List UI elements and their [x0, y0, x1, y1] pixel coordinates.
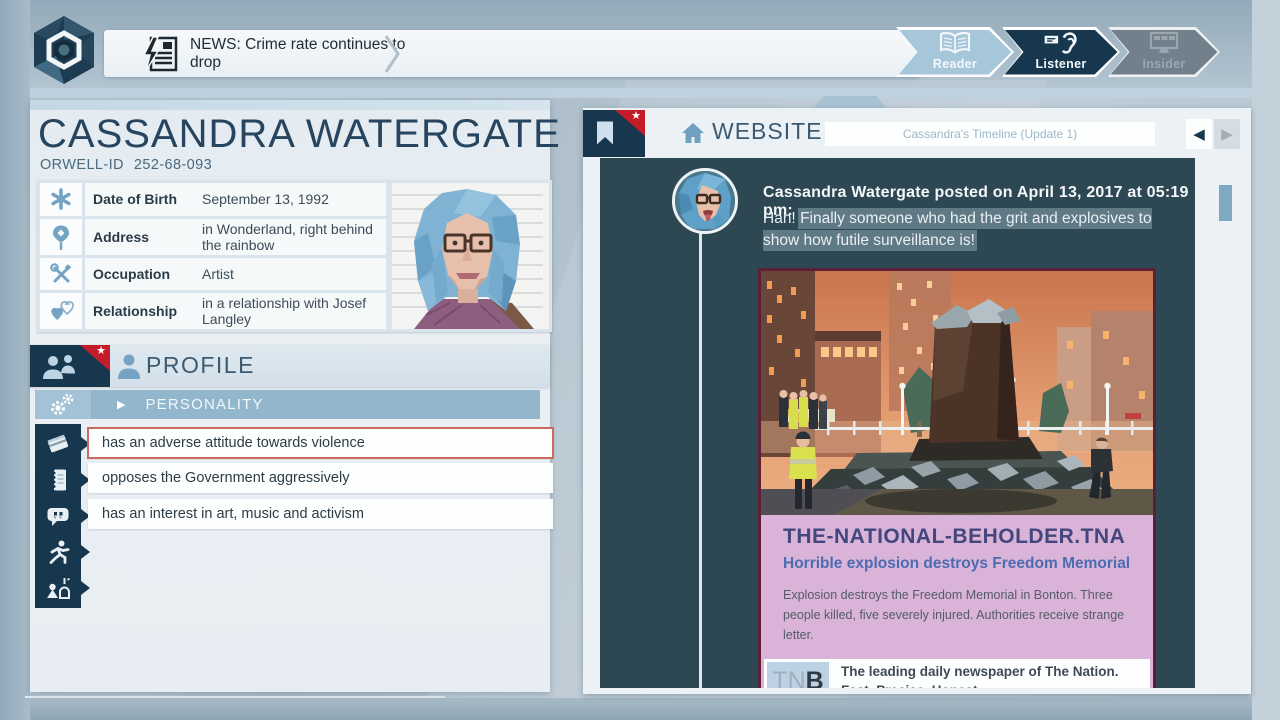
notebook-icon[interactable]: [35, 460, 81, 500]
orwell-id-label: ORWELL-ID: [40, 157, 124, 173]
home-icon[interactable]: [680, 121, 706, 145]
quote-bubble-icon[interactable]: [35, 496, 81, 536]
scrollbar-thumb[interactable]: [1219, 185, 1232, 221]
dossier-top-strip: [30, 100, 550, 110]
tab-insider[interactable]: Insider: [1108, 27, 1220, 77]
bookmark-icon: [595, 120, 615, 146]
gears-icon: [35, 390, 91, 419]
timeline-connector: [699, 228, 702, 688]
nav-back-button[interactable]: ◀: [1186, 119, 1212, 149]
location-pin-icon: [40, 219, 82, 255]
tab-listener-label: Listener: [1035, 57, 1086, 71]
ticker-chevron-icon: [382, 33, 402, 75]
hearts-icon: [40, 293, 82, 329]
meeting-icon[interactable]: [35, 568, 81, 608]
runner-icon[interactable]: [35, 532, 81, 572]
people-icon: [40, 353, 80, 381]
publisher-tagline-line1: The leading daily newspaper of The Natio…: [841, 662, 1119, 681]
subject-info-table: Date of Birth September 13, 1992 Address…: [37, 180, 552, 332]
post-text: Hah! Finally someone who had the grit an…: [763, 208, 1167, 251]
profile-tab[interactable]: ★: [30, 345, 110, 387]
subject-photo: [392, 183, 549, 329]
orwell-game-screen: NEWS: Crime rate continues to drop Reade…: [0, 0, 1280, 720]
star-icon: ★: [96, 344, 106, 357]
post-text-datachunk[interactable]: Finally someone who had the grit and exp…: [763, 210, 1152, 249]
field-row-occupation: Occupation Artist: [40, 258, 386, 291]
asterisk-icon: [40, 183, 82, 216]
orwell-logo-icon[interactable]: [26, 12, 102, 88]
right-edge-strip: [1252, 0, 1280, 720]
poster-avatar: [672, 168, 738, 234]
field-row-relationship: Relationship in a relationship with Jose…: [40, 293, 386, 329]
tools-icon: [40, 258, 82, 291]
field-label: Relationship: [93, 303, 198, 319]
alert-corner: ★: [615, 110, 645, 136]
website-title: WEBSITE: [712, 118, 823, 145]
explosion-scene-image: [761, 271, 1153, 515]
subject-orwell-id: ORWELL-ID 252-68-093: [40, 157, 212, 173]
field-value: in a relationship with Josef Langley: [202, 295, 378, 327]
personality-label: PERSONALITY: [145, 396, 263, 413]
news-flash-icon: [142, 35, 180, 73]
post-text-plain: Hah!: [763, 210, 800, 227]
bottom-band: [0, 698, 1280, 720]
field-value: Artist: [202, 266, 378, 282]
tab-reader[interactable]: Reader: [896, 27, 1014, 77]
tnb-logo-b: B: [806, 667, 824, 689]
page-title-field[interactable]: Cassandra's Timeline (Update 1): [825, 122, 1155, 146]
tnb-logo: TNB: [767, 662, 829, 688]
star-icon: ★: [631, 109, 641, 122]
open-book-icon: [938, 31, 972, 55]
publisher-strip: TNB The leading daily newspaper of The N…: [764, 659, 1150, 688]
article-headline[interactable]: Horrible explosion destroys Freedom Memo…: [783, 555, 1131, 573]
field-label: Address: [93, 229, 198, 245]
article-preview: THE-NATIONAL-BEHOLDER.TNA Horrible explo…: [761, 515, 1153, 659]
field-row-dob: Date of Birth September 13, 1992: [40, 183, 386, 216]
alert-corner: ★: [80, 345, 110, 371]
nav-forward-button: ▶: [1214, 119, 1240, 149]
person-icon: [116, 352, 142, 380]
trait-item[interactable]: opposes the Government aggressively: [88, 463, 553, 493]
divider-strip: [0, 88, 1280, 98]
website-content: Cassandra Watergate posted on April 13, …: [600, 158, 1195, 688]
subject-name: CASSANDRA WATERGATE: [38, 112, 561, 157]
ear-icon: [1043, 30, 1079, 55]
left-edge-strip: [0, 0, 30, 720]
field-row-address: Address in Wonderland, right behind the …: [40, 219, 386, 255]
tab-reader-label: Reader: [933, 57, 977, 71]
publisher-tagline: The leading daily newspaper of The Natio…: [841, 662, 1119, 688]
decorative-line: [25, 696, 445, 698]
tab-insider-label: Insider: [1142, 57, 1185, 71]
field-label: Occupation: [93, 266, 198, 282]
field-value: in Wonderland, right behind the rainbow: [202, 221, 378, 253]
publisher-tagline-line2: Fast. Precise. Honest.: [841, 681, 1119, 688]
profile-title: PROFILE: [146, 352, 255, 379]
chevron-right-icon: ▶: [117, 398, 125, 411]
tab-listener[interactable]: Listener: [1002, 27, 1120, 77]
shared-article-card[interactable]: THE-NATIONAL-BEHOLDER.TNA Horrible explo…: [758, 268, 1156, 688]
article-site-name[interactable]: THE-NATIONAL-BEHOLDER.TNA: [783, 525, 1131, 549]
field-value: September 13, 1992: [202, 191, 378, 207]
personality-section-header[interactable]: ▶ PERSONALITY: [35, 390, 540, 419]
news-ticker-text: NEWS: Crime rate continues to drop: [190, 36, 440, 72]
website-bookmark-tab[interactable]: ★: [583, 110, 645, 157]
book-icon[interactable]: [35, 424, 81, 464]
orwell-id-value: 252-68-093: [134, 157, 212, 173]
trait-item[interactable]: has an adverse attitude towards violence: [88, 428, 553, 458]
tnb-logo-tn: TN: [772, 667, 805, 689]
article-summary: Explosion destroys the Freedom Memorial …: [783, 585, 1139, 645]
field-label: Date of Birth: [93, 191, 198, 207]
monitor-icon: [1147, 31, 1181, 55]
trait-item[interactable]: has an interest in art, music and activi…: [88, 499, 553, 529]
